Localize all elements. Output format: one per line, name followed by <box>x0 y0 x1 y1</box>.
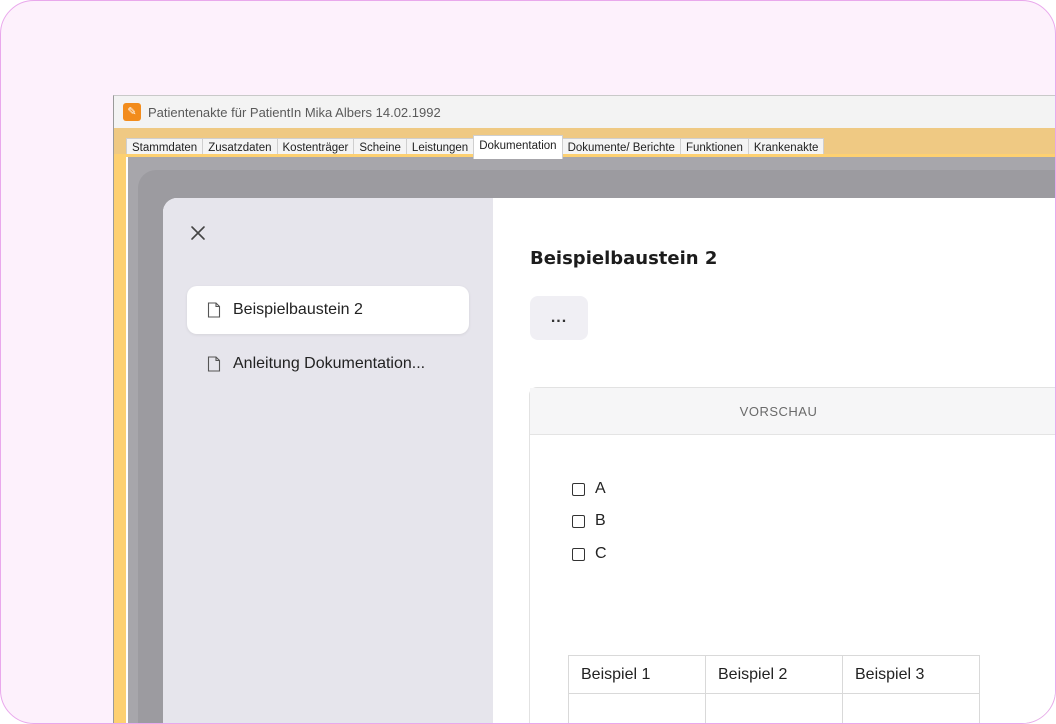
page-title: Beispielbaustein 2 <box>530 248 718 269</box>
document-icon <box>207 356 221 372</box>
checkbox[interactable] <box>572 514 585 528</box>
table-header-cell: Beispiel 1 <box>568 655 706 694</box>
preview-header: VORSCHAU <box>530 388 1055 435</box>
close-icon <box>191 226 205 240</box>
modal-sidebar: Beispielbaustein 2 Anleitung Dokumentati… <box>163 198 493 723</box>
sidebar-item-anleitung-dokumentation[interactable]: Anleitung Dokumentation... <box>187 340 469 388</box>
tab-strip: Stammdaten Zusatzdaten Kostenträger Sche… <box>114 128 1055 159</box>
documentation-modal: Beispielbaustein 2 Anleitung Dokumentati… <box>163 198 1055 723</box>
sidebar-item-beispielbaustein-2[interactable]: Beispielbaustein 2 <box>187 286 469 334</box>
table-cell[interactable] <box>842 693 980 723</box>
modal-main-panel: Beispielbaustein 2 ... VORSCHAU A B C Be… <box>493 198 1055 723</box>
checkbox-option-c[interactable]: C <box>572 545 607 563</box>
checkbox-label: C <box>595 545 607 562</box>
document-icon <box>207 302 221 318</box>
table-cell[interactable] <box>568 693 706 723</box>
checkbox-option-a[interactable]: A <box>572 480 606 498</box>
sidebar-item-label: Anleitung Dokumentation... <box>233 355 426 372</box>
table-row <box>568 693 980 723</box>
app-logo-icon: ✎ <box>123 103 141 121</box>
table-header-row: Beispiel 1 Beispiel 2 Beispiel 3 <box>568 655 980 694</box>
table-header-cell: Beispiel 3 <box>842 655 980 694</box>
window-title: Patientenakte für PatientIn Mika Albers … <box>148 104 441 120</box>
checkbox[interactable] <box>572 482 585 496</box>
checkbox-label: B <box>595 512 606 529</box>
tab-dokumentation[interactable]: Dokumentation <box>473 135 563 159</box>
sidebar-item-label: Beispielbaustein 2 <box>233 301 363 318</box>
table-cell[interactable] <box>705 693 843 723</box>
example-table: Beispiel 1 Beispiel 2 Beispiel 3 <box>568 655 980 723</box>
table-header-cell: Beispiel 2 <box>705 655 843 694</box>
close-button[interactable] <box>187 222 209 244</box>
checkbox-label: A <box>595 480 606 497</box>
checkbox[interactable] <box>572 547 585 561</box>
preview-panel: VORSCHAU A B C Beispiel 1 Beispiel 2 Bei… <box>529 387 1055 723</box>
title-bar: ✎ Patientenakte für PatientIn Mika Alber… <box>114 96 1055 128</box>
screenshot-frame: ✎ Patientenakte für PatientIn Mika Alber… <box>0 0 1056 724</box>
checkbox-option-b[interactable]: B <box>572 512 606 530</box>
more-options-button[interactable]: ... <box>530 296 588 340</box>
tab-list: Stammdaten Zusatzdaten Kostenträger Sche… <box>126 135 825 159</box>
